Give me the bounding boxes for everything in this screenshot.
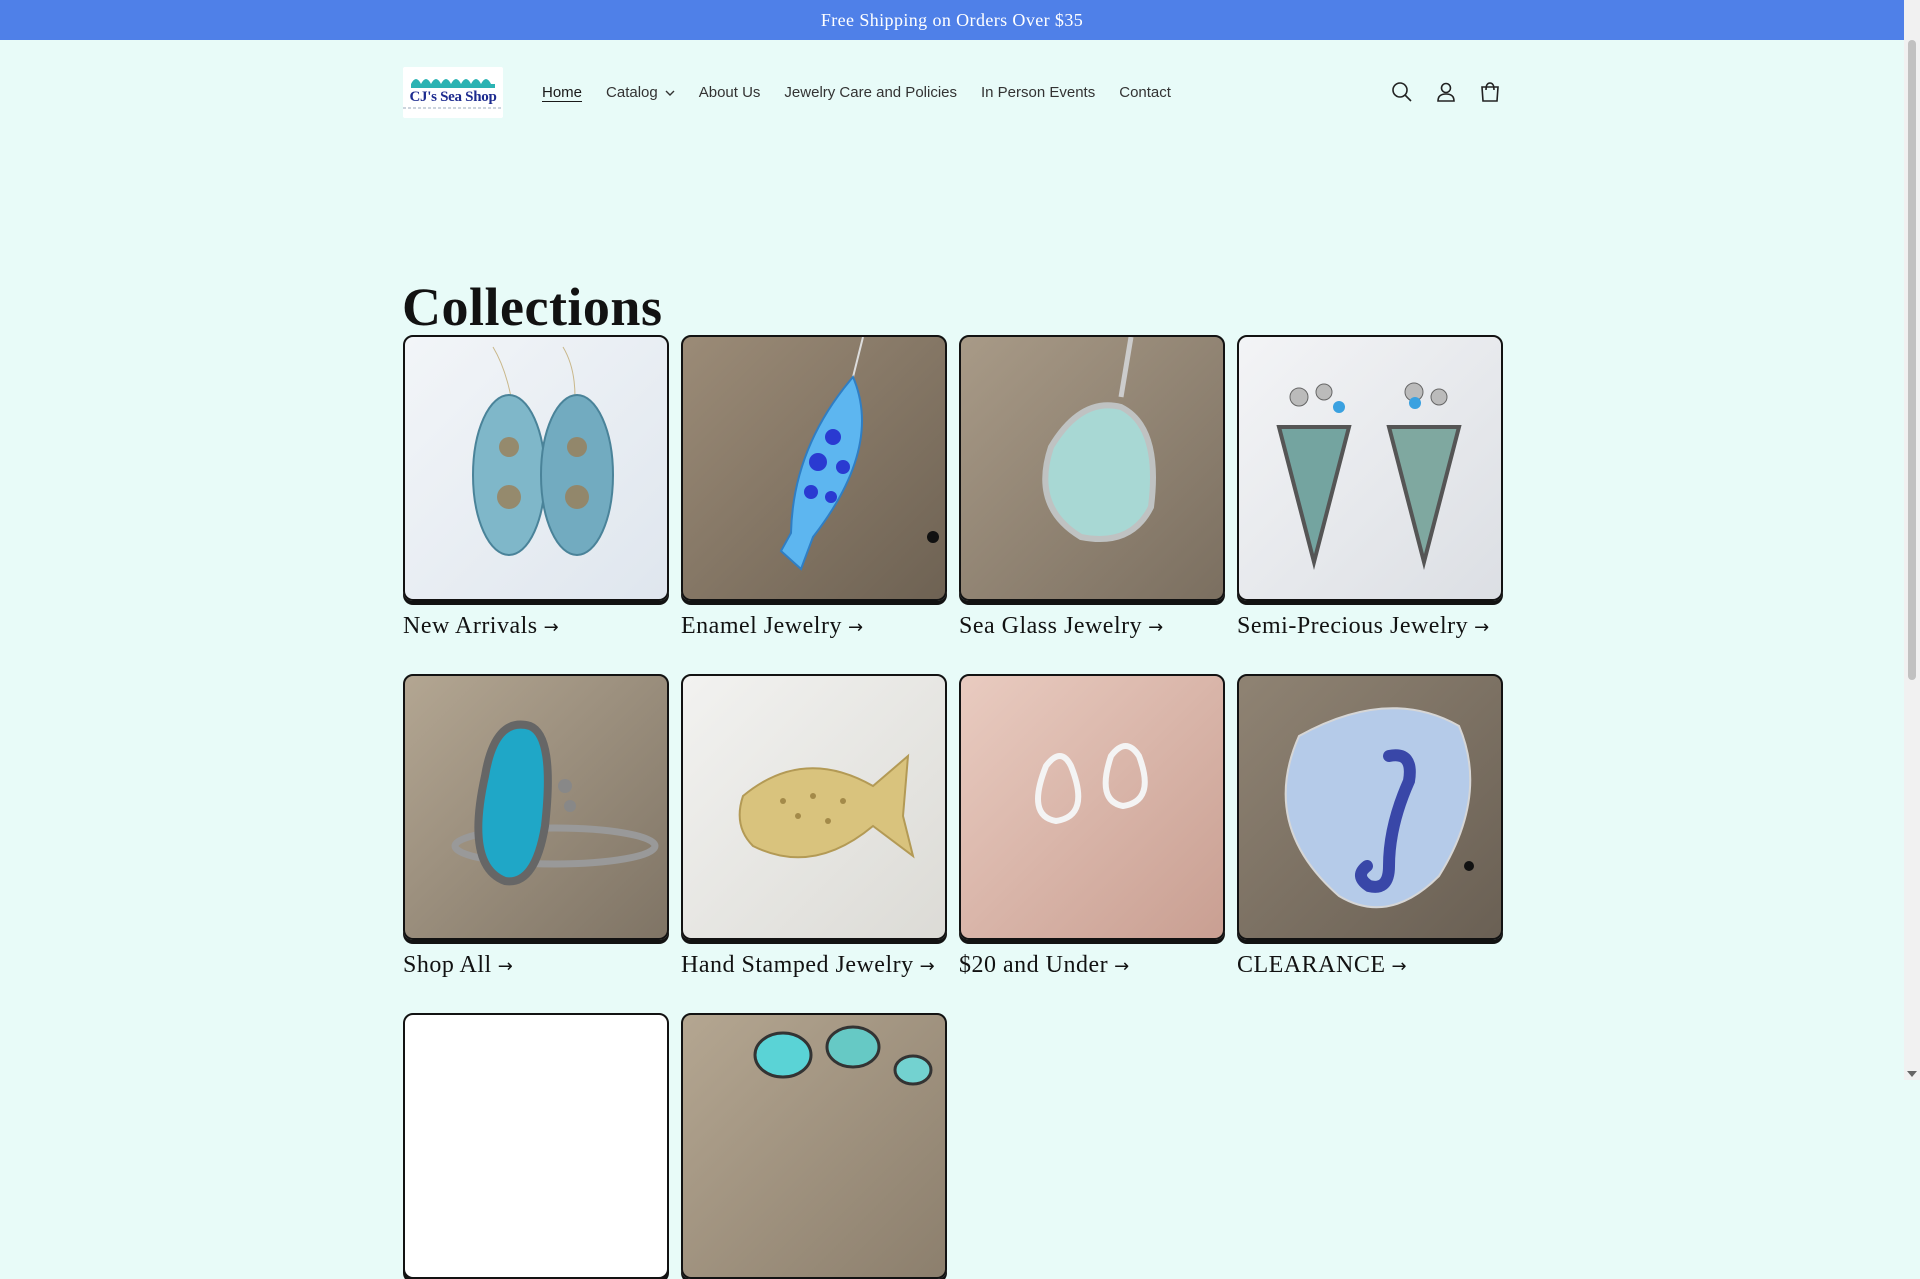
arrow-right-icon: → [497,956,514,977]
seahorse-pendant-image [1284,707,1474,909]
stone-earrings-image [1276,382,1462,570]
account-icon[interactable] [1434,80,1458,104]
nav-events[interactable]: In Person Events [981,84,1095,101]
collection-image [1237,674,1503,940]
nav-about-label: About Us [698,84,761,101]
logo-tagline [403,107,503,109]
collection-card-enamel-jewelry[interactable]: Enamel Jewelry → [681,335,947,639]
arrow-right-icon: → [847,617,864,638]
arrow-right-icon: → [1391,956,1408,977]
collection-card-sea-glass-jewelry[interactable]: Sea Glass Jewelry → [959,335,1225,639]
chevron-down-icon [665,90,675,96]
main-nav: Home Catalog About Us Jewelry Care and P… [542,40,1195,145]
collection-image [681,674,947,940]
earrings-image [472,346,614,556]
nav-jewelry-care-label: Jewelry Care and Policies [784,84,957,101]
nav-about-us[interactable]: About Us [699,84,761,101]
collection-label[interactable]: Sea Glass Jewelry → [959,613,1164,640]
collection-image [681,1013,947,1279]
page-title: Collections [402,277,663,338]
collection-image [959,674,1225,940]
collection-image [1237,335,1503,601]
collection-label[interactable]: $20 and Under → [959,952,1130,979]
wave-logo-icon [411,79,495,88]
collection-image [403,1013,669,1279]
scroll-down-icon[interactable] [1907,1071,1917,1077]
collection-label[interactable]: Hand Stamped Jewelry → [681,952,935,979]
nav-catalog-label: Catalog [606,84,658,101]
collection-label[interactable]: CLEARANCE → [1237,952,1407,979]
collection-card-new-arrivals[interactable]: New Arrivals → [403,335,669,639]
turquoise-cabochons-image [753,1025,933,1086]
collection-image [403,335,669,601]
nav-jewelry-care[interactable]: Jewelry Care and Policies [784,84,957,101]
collection-label[interactable]: New Arrivals → [403,613,559,640]
nav-contact[interactable]: Contact [1119,84,1171,101]
arrow-right-icon: → [1474,617,1490,638]
logo-text: CJ's Sea Shop [409,89,497,105]
collection-card-turquoise[interactable] [681,1013,947,1279]
arrow-right-icon: → [919,956,936,977]
nav-contact-label: Contact [1119,84,1171,101]
collection-card-semi-precious-jewelry[interactable]: Semi-Precious Jewelry → [1237,335,1503,639]
sea-glass-pendant-image [1042,337,1156,542]
page-scrollbar[interactable] [1904,0,1920,1080]
cart-icon[interactable] [1478,80,1502,104]
nav-home[interactable]: Home [542,84,582,101]
collection-image [403,674,669,940]
collection-label[interactable]: Shop All → [403,952,513,979]
arrow-right-icon: → [1148,617,1164,638]
turquoise-ring-image [451,720,659,886]
nav-home-label: Home [542,84,583,101]
search-icon[interactable] [1390,80,1414,104]
collection-card-clearance[interactable]: CLEARANCE → [1237,674,1503,978]
gold-fish-ring-image [738,753,915,859]
store-logo[interactable]: CJ's Sea Shop [403,67,503,118]
collection-card-shop-all[interactable]: Shop All → [403,674,669,978]
scrollbar-thumb[interactable] [1908,40,1916,680]
fish-pendant-image [779,337,939,571]
collection-card-20-and-under[interactable]: $20 and Under → [959,674,1225,978]
collection-card-hand-stamped-jewelry[interactable]: Hand Stamped Jewelry → [681,674,947,978]
collection-card-blank[interactable] [403,1013,669,1279]
announcement-bar: Free Shipping on Orders Over $35 [0,0,1904,40]
collection-image [681,335,947,601]
nav-catalog[interactable]: Catalog [606,84,675,101]
stud-earrings-image [1035,743,1148,825]
header-icons [1390,80,1522,104]
collection-label[interactable]: Semi-Precious Jewelry → [1237,613,1490,640]
collection-label[interactable]: Enamel Jewelry → [681,613,864,640]
arrow-right-icon: → [543,617,560,638]
site-header: CJ's Sea Shop Home Catalog About Us Jewe… [0,40,1904,145]
arrow-right-icon: → [1114,956,1130,977]
nav-events-label: In Person Events [981,84,1096,101]
collection-image [959,335,1225,601]
announcement-text: Free Shipping on Orders Over $35 [820,9,1084,30]
